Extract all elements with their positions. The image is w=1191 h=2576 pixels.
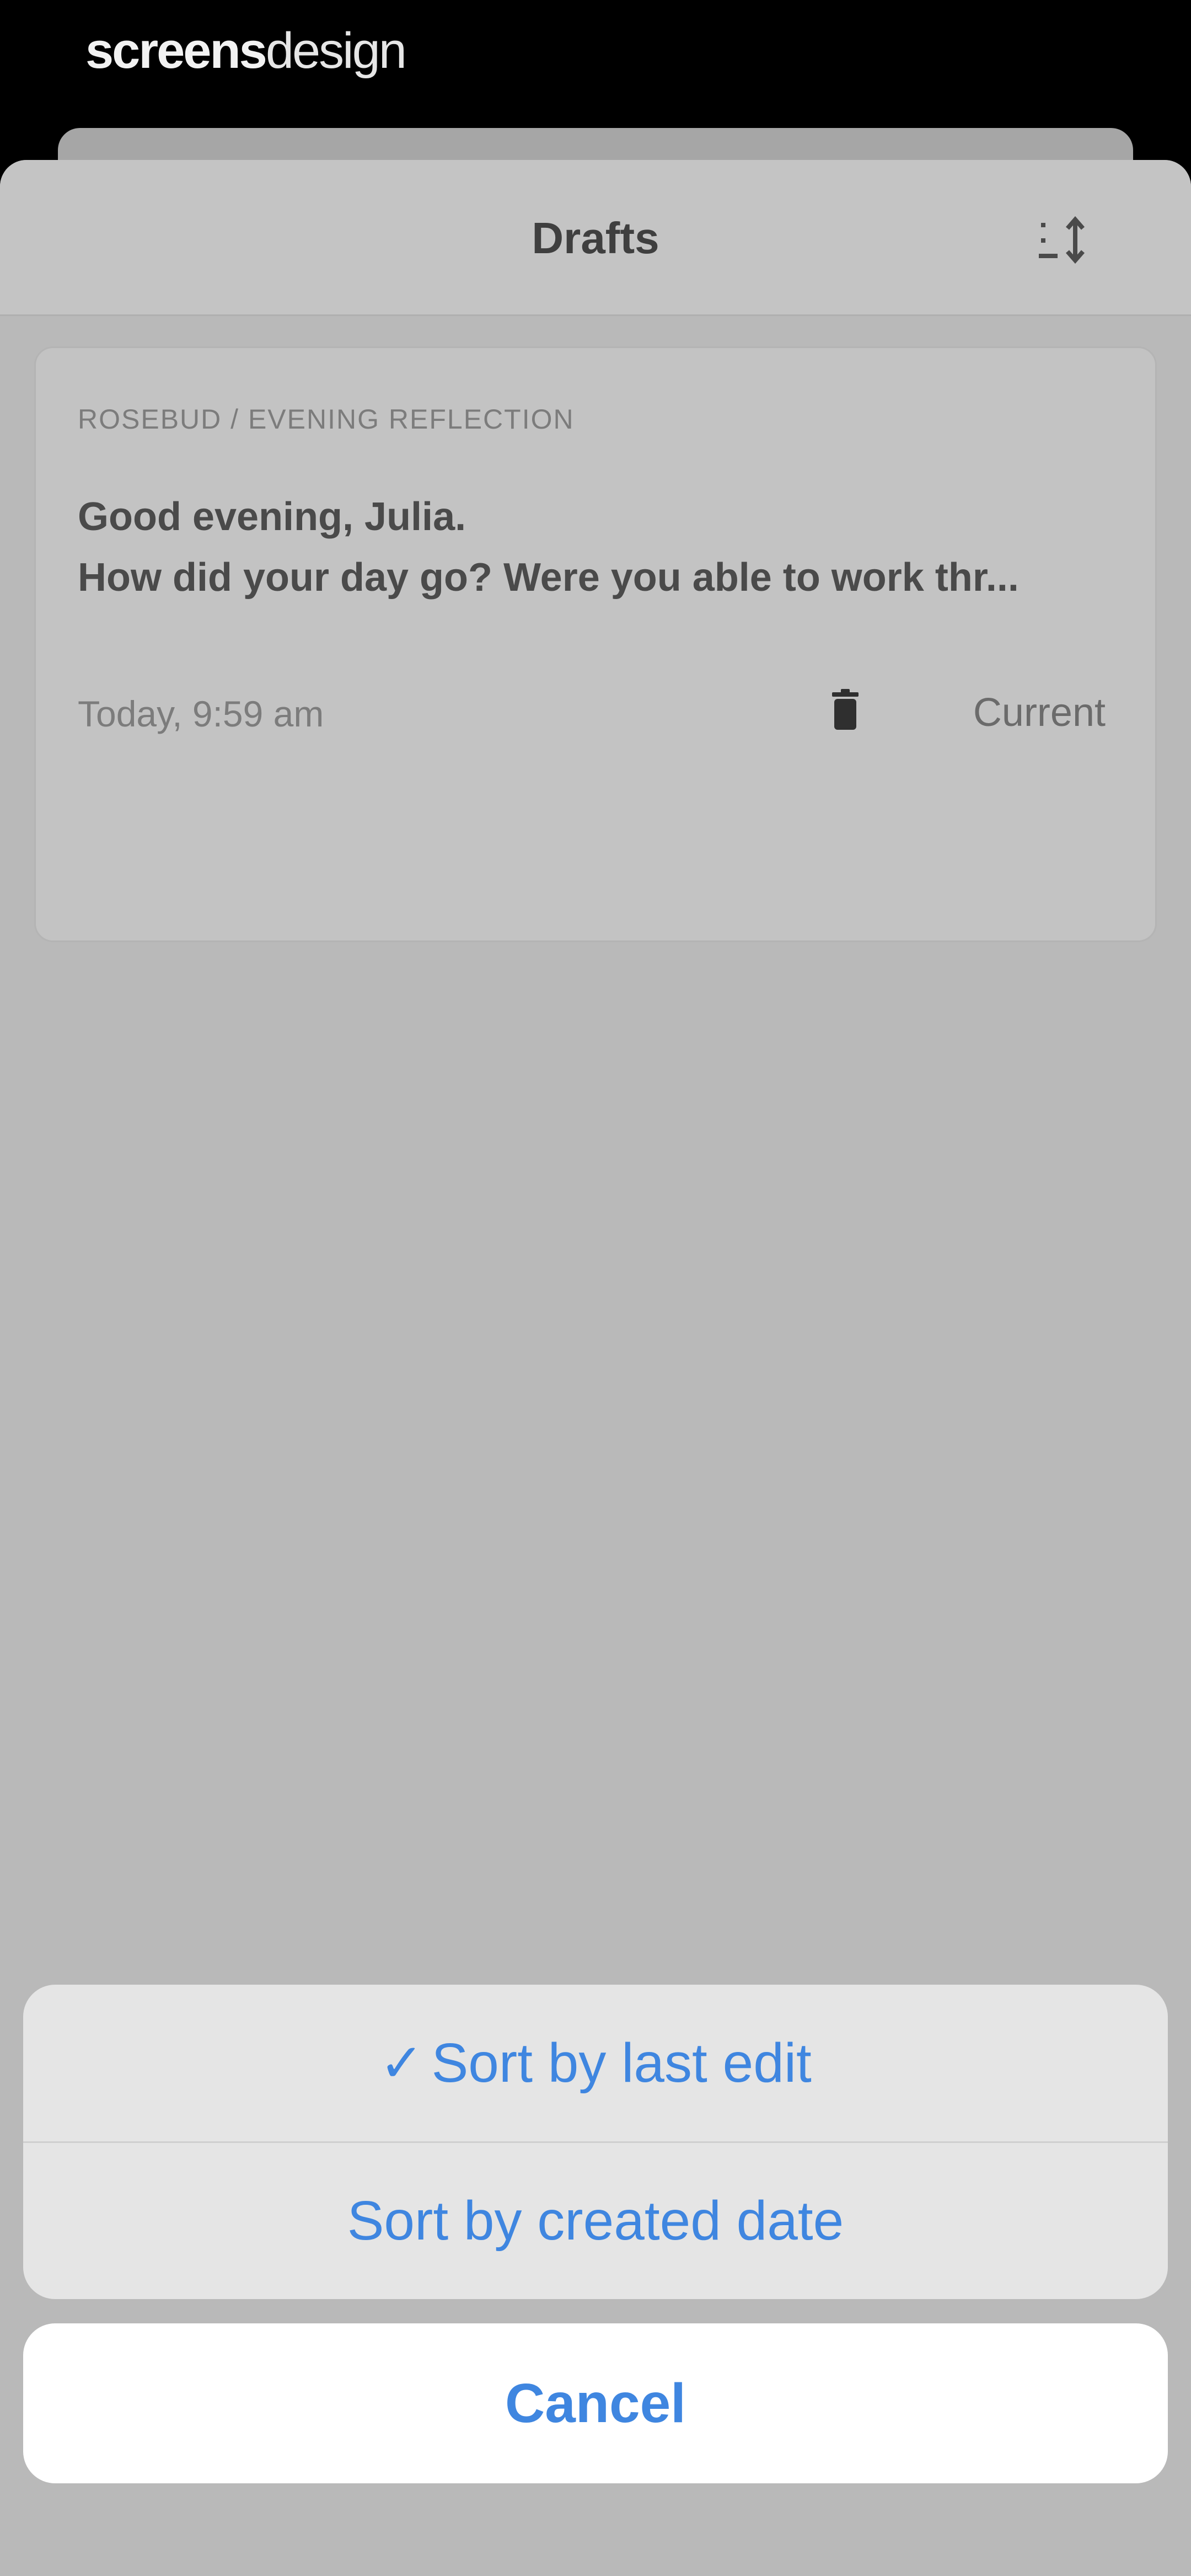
checkmark-icon: ✓ <box>379 2034 424 2093</box>
sort-action-sheet: ✓ Sort by last edit Sort by created date <box>23 1985 1168 2299</box>
draft-breadcrumb: ROSEBUD / EVENING REFLECTION <box>78 404 575 435</box>
cancel-button[interactable]: Cancel <box>23 2323 1168 2483</box>
sort-by-created-date-label: Sort by created date <box>347 2189 844 2252</box>
trash-icon[interactable] <box>829 689 862 731</box>
draft-preview-line2: How did your day go? Were you able to wo… <box>78 555 1019 600</box>
draft-preview-line1: Good evening, Julia. <box>78 495 466 539</box>
brand-logo-part1: screens <box>85 23 267 79</box>
sheet-header: Drafts <box>0 160 1191 316</box>
brand-logo: screensdesign <box>85 23 407 79</box>
sort-by-last-edit-option[interactable]: ✓ Sort by last edit <box>23 1985 1168 2143</box>
sort-icon[interactable] <box>1037 215 1092 265</box>
draft-card[interactable]: ROSEBUD / EVENING REFLECTION Good evenin… <box>34 346 1157 942</box>
sort-by-last-edit-label: Sort by last edit <box>431 2032 812 2094</box>
brand-logo-part2: design <box>265 23 407 79</box>
draft-status-label: Current <box>973 691 1106 735</box>
page-title: Drafts <box>532 213 659 263</box>
draft-timestamp: Today, 9:59 am <box>78 693 324 734</box>
sort-by-created-date-option[interactable]: Sort by created date <box>23 2142 1168 2299</box>
